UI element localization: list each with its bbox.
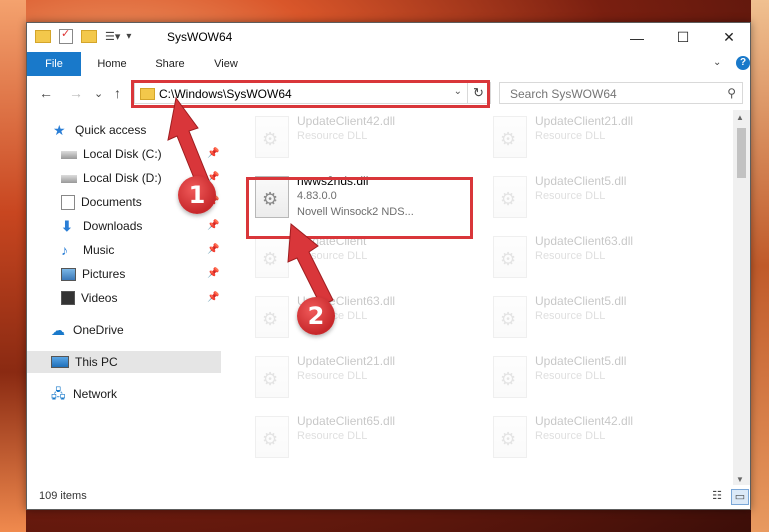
arrow-to-file	[287, 223, 334, 307]
callout-arrows	[167, 96, 334, 307]
step-two-badge: 2	[297, 297, 335, 335]
arrow-to-address	[167, 96, 211, 189]
step-one-badge: 1	[178, 176, 216, 214]
